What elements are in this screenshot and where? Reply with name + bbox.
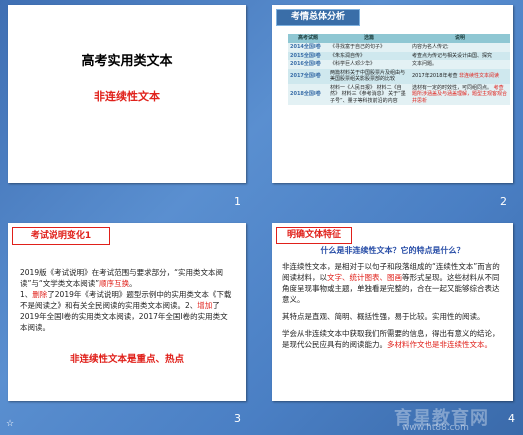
text: 。: [129, 279, 137, 288]
slide4-body: 非连续性文本，是相对于以句子和段落组成的“连续性文本”而言的阅读材料，以文字、统…: [282, 261, 504, 356]
slide-transition-icon[interactable]: ☆: [6, 419, 14, 429]
table-cell-year: 2015全国Ⅰ卷: [288, 51, 328, 60]
table-cell-year: 2018全国Ⅰ卷: [288, 83, 328, 105]
text: 1、: [20, 290, 33, 299]
slide3-key-point: 非连续性文本是重点、热点: [69, 354, 184, 365]
slide-number-1: 1: [234, 195, 241, 208]
table-cell-material: 《朱东润自传》: [328, 51, 410, 60]
slide3-body: 2019版《考试说明》在考试范围与要求部分，“实用类文本阅读”与“文学类文本阅读…: [20, 267, 234, 333]
slide1-subtitle: 非连续性文本: [94, 90, 160, 103]
desc-highlight: 非连续性文本阅读: [459, 72, 500, 79]
table-cell-year: 2017全国Ⅰ卷: [288, 68, 328, 84]
paragraph: 1、删除了2019年《考试说明》题型示例中的实用类文本《下载不是阅读之》和有关全…: [20, 289, 234, 333]
table-row: 2015全国Ⅰ卷 《朱东润自传》 考查点为传记与相关设计由国、探究: [288, 51, 510, 60]
table-cell-desc: 考查点为传记与相关设计由国、探究: [410, 51, 510, 60]
table-cell-material: 材料一《人民日报》 材料二《自然》 材料三《参考消息》 关于“墨子号”、量子等科…: [328, 83, 410, 105]
slide-thumbnail-4[interactable]: 明确文体特征 什么是非连续性文本？它的特点是什么？ 非连续性文本，是相对于以句子…: [272, 223, 513, 401]
table-header: 说明: [410, 34, 510, 43]
slide-number-4: 4: [508, 412, 515, 425]
slide-thumbnail-1[interactable]: 高考实用类文本 非连续性文本: [8, 5, 246, 183]
table-cell-desc: 选材有一定的时效性，可同组同点。 考查题所涉涵盖及与涵盖理解，题型主观客观合并思…: [410, 83, 510, 105]
table-cell-desc: 2017年2018年考查 非连续性文本阅读: [410, 68, 510, 84]
table-header: 选篇: [328, 34, 410, 43]
highlight-text: 多材料作文也是非连续性文本。: [387, 340, 492, 349]
table-row: 2017全国Ⅰ卷 两篇材料关于中国股票片及组由与美国股票组关影股票部的比较 20…: [288, 68, 510, 84]
table-cell-material: 两篇材料关于中国股票片及组由与美国股票组关影股票部的比较: [328, 68, 410, 84]
slide2-section-tag: 考情总体分析: [276, 9, 360, 26]
slide4-section-tag: 明确文体特征: [276, 227, 352, 244]
watermark-url: www.ht88.com: [402, 423, 469, 433]
highlight-text: 文字、统计图表、图画: [327, 273, 402, 282]
table-cell-year: 2016全国Ⅰ卷: [288, 60, 328, 69]
paragraph: 学会从非连续文本中获取我们所需要的信息，得出有意义的结论，是现代公民应具有的阅读…: [282, 328, 504, 350]
table-header: 高考试题: [288, 34, 328, 43]
highlight-text: 增加: [197, 301, 213, 310]
table-cell-material: 《寻找富于自己的句子》: [328, 43, 410, 52]
highlight-text: 顺序互换: [99, 279, 130, 288]
slide-thumbnail-2[interactable]: 考情总体分析 高考试题 选篇 说明 2014全国Ⅰ卷 《寻找富于自己的句子》 内…: [272, 5, 513, 183]
slide3-section-tag: 考试说明变化1: [12, 227, 110, 245]
table-cell-year: 2014全国Ⅰ卷: [288, 43, 328, 52]
slide-thumbnail-3[interactable]: 考试说明变化1 2019版《考试说明》在考试范围与要求部分，“实用类文本阅读”与…: [8, 223, 246, 401]
exam-analysis-table: 高考试题 选篇 说明 2014全国Ⅰ卷 《寻找富于自己的句子》 内容为名人传记;…: [288, 34, 510, 105]
table-row: 2014全国Ⅰ卷 《寻找富于自己的句子》 内容为名人传记;: [288, 43, 510, 52]
paragraph: 非连续性文本，是相对于以句子和段落组成的“连续性文本”而言的阅读材料，以文字、统…: [282, 261, 504, 305]
table-cell-desc: 内容为名人传记;: [410, 43, 510, 52]
desc-text: 选材有一定的时效性，可同组同点。: [412, 84, 493, 91]
slide-number-3: 3: [234, 412, 241, 425]
slide1-title: 高考实用类文本: [81, 54, 173, 69]
table-row: 2016全国Ⅰ卷 《科学巨人邓少华》 文本问题。: [288, 60, 510, 69]
table-row: 2018全国Ⅰ卷 材料一《人民日报》 材料二《自然》 材料三《参考消息》 关于“…: [288, 83, 510, 105]
paragraph: 2019版《考试说明》在考试范围与要求部分，“实用类文本阅读”与“文学类文本阅读…: [20, 267, 234, 289]
table-cell-desc: 文本问题。: [410, 60, 510, 69]
slide-number-2: 2: [500, 195, 507, 208]
table-cell-material: 《科学巨人邓少华》: [328, 60, 410, 69]
desc-text: 2017年2018年考查: [412, 72, 458, 79]
highlight-text: 删除: [32, 290, 48, 299]
slide4-question: 什么是非连续性文本？它的特点是什么？: [320, 246, 465, 255]
paragraph: 其特点是直观、简明、概括性强，易于比较。实用性的阅读。: [282, 312, 485, 321]
